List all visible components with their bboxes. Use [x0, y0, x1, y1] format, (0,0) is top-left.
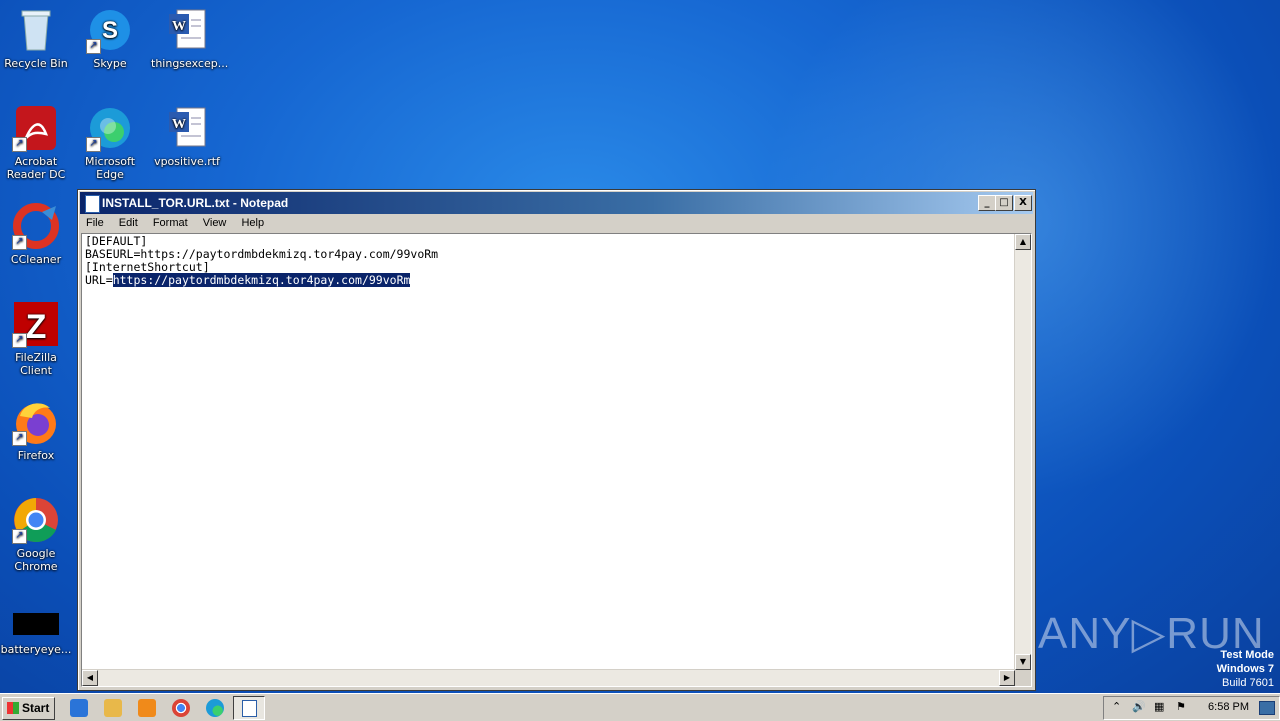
- chrome-taskbar-icon[interactable]: [172, 699, 190, 717]
- url-prefix: URL=: [85, 273, 113, 287]
- desktop-icon-label: Recycle Bin: [4, 57, 68, 70]
- build-label: Build 7601: [1222, 677, 1274, 689]
- desktop-icon-edge[interactable]: ↗ Microsoft Edge: [74, 104, 146, 181]
- text-editor[interactable]: [DEFAULT] BASEURL=https://paytordmbdekmiz…: [81, 233, 1032, 687]
- window-title: INSTALL_TOR.URL.txt - Notepad: [102, 196, 289, 210]
- desktop-icon-label: Firefox: [17, 449, 55, 462]
- test-mode-watermark: Test Mode Windows 7 Build 7601: [1217, 648, 1274, 690]
- os-label: Windows 7: [1216, 663, 1274, 675]
- maximize-button[interactable]: □: [995, 195, 1013, 211]
- menu-help[interactable]: Help: [235, 217, 270, 229]
- filezilla-icon: Z ↗: [12, 300, 60, 348]
- media-player-icon[interactable]: [138, 699, 156, 717]
- menu-bar: File Edit Format View Help: [80, 214, 1033, 233]
- word-document-icon: W: [163, 6, 211, 54]
- shortcut-arrow-icon: ↗: [86, 137, 101, 152]
- scroll-down-arrow-icon[interactable]: ▼: [1015, 654, 1031, 670]
- notepad-window[interactable]: INSTALL_TOR.URL.txt - Notepad _ □ X File…: [77, 189, 1036, 691]
- desktop-icon-recycle-bin[interactable]: Recycle Bin: [0, 6, 72, 70]
- notepad-icon: [85, 195, 100, 213]
- start-button[interactable]: Start: [2, 697, 55, 720]
- action-center-flag-icon[interactable]: ⚑: [1176, 700, 1186, 713]
- network-icon[interactable]: ▦: [1154, 700, 1164, 713]
- notepad-taskbar-icon: [242, 700, 257, 717]
- desktop-icon-label: vpositive.rtf: [154, 155, 220, 168]
- svg-text:S: S: [102, 17, 118, 44]
- firefox-icon: ↗: [12, 398, 60, 446]
- editor-text[interactable]: [DEFAULT] BASEURL=https://paytordmbdekmiz…: [85, 235, 438, 287]
- word-document-icon: W: [163, 104, 211, 152]
- selected-url-text[interactable]: https://paytordmbdekmizq.tor4pay.com/99v…: [112, 273, 411, 287]
- edge-icon: ↗: [86, 104, 134, 152]
- shortcut-arrow-icon: ↗: [12, 333, 27, 348]
- skype-icon: S ↗: [86, 6, 134, 54]
- desktop-icon-label: Microsoft Edge: [84, 155, 136, 181]
- desktop-icon-label: Google Chrome: [14, 547, 58, 573]
- text-line: URL=https://paytordmbdekmizq.tor4pay.com…: [85, 273, 438, 287]
- shortcut-arrow-icon: ↗: [12, 529, 27, 544]
- desktop-icon-word-doc-1[interactable]: W thingsexcep...: [151, 6, 229, 70]
- menu-edit[interactable]: Edit: [113, 217, 144, 229]
- volume-icon[interactable]: 🔊: [1132, 700, 1146, 713]
- close-button[interactable]: X: [1014, 195, 1032, 211]
- desktop-icon-acrobat[interactable]: ↗ Acrobat Reader DC: [0, 104, 72, 181]
- resize-grip-icon[interactable]: [1015, 670, 1031, 686]
- shortcut-arrow-icon: ↗: [12, 431, 27, 446]
- test-mode-label: Test Mode: [1220, 649, 1274, 661]
- system-tray: ⌃ 🔊 ▦ ⚑ 6:58 PM: [1103, 696, 1280, 720]
- desktop-icon-ccleaner[interactable]: ↗ CCleaner: [0, 202, 72, 266]
- batteryeye-icon: [12, 610, 60, 640]
- desktop-icon-label: FileZilla Client: [15, 351, 57, 377]
- show-hidden-icons-icon[interactable]: ⌃: [1112, 700, 1121, 713]
- taskbar: Start ⌃ 🔊 ▦ ⚑ 6:58 PM: [0, 693, 1280, 721]
- menu-view[interactable]: View: [197, 217, 233, 229]
- desktop-icon-label: thingsexcep...: [151, 57, 229, 70]
- desktop-icon-firefox[interactable]: ↗ Firefox: [0, 398, 72, 462]
- clock[interactable]: 6:58 PM: [1208, 701, 1249, 713]
- shortcut-arrow-icon: ↗: [12, 137, 27, 152]
- edge-taskbar-icon[interactable]: [206, 699, 224, 717]
- ccleaner-icon: ↗: [12, 202, 60, 250]
- desktop-icon-chrome[interactable]: ↗ Google Chrome: [0, 496, 72, 573]
- file-explorer-icon[interactable]: [104, 699, 122, 717]
- desktop-icon-word-doc-2[interactable]: W vpositive.rtf: [151, 104, 223, 168]
- show-desktop-icon[interactable]: [1259, 701, 1275, 715]
- notepad-taskbar-button[interactable]: [233, 696, 265, 720]
- shortcut-arrow-icon: ↗: [12, 235, 27, 250]
- svg-text:Z: Z: [26, 308, 47, 346]
- svg-text:W: W: [172, 19, 186, 34]
- shortcut-arrow-icon: ↗: [86, 39, 101, 54]
- desktop-icon-filezilla[interactable]: Z ↗ FileZilla Client: [0, 300, 72, 377]
- vertical-scrollbar[interactable]: ▲ ▼: [1014, 234, 1031, 670]
- start-label: Start: [22, 701, 50, 715]
- menu-file[interactable]: File: [80, 217, 110, 229]
- scroll-left-arrow-icon[interactable]: ◀: [82, 670, 98, 686]
- desktop-icon-batteryeye[interactable]: batteryeye...: [0, 610, 72, 656]
- desktop-icon-label: CCleaner: [10, 253, 62, 266]
- menu-format[interactable]: Format: [147, 217, 194, 229]
- acrobat-icon: ↗: [12, 104, 60, 152]
- minimize-button[interactable]: _: [978, 195, 996, 211]
- horizontal-scrollbar[interactable]: ◀ ▶: [82, 669, 1015, 686]
- windows-flag-icon: [7, 702, 19, 714]
- title-bar[interactable]: INSTALL_TOR.URL.txt - Notepad _ □ X: [80, 192, 1033, 214]
- desktop-icon-label: Skype: [93, 57, 127, 70]
- scroll-right-arrow-icon[interactable]: ▶: [999, 670, 1015, 686]
- chrome-icon: ↗: [12, 496, 60, 544]
- scroll-up-arrow-icon[interactable]: ▲: [1015, 234, 1031, 250]
- internet-explorer-icon[interactable]: [70, 699, 88, 717]
- desktop-icon-label: Acrobat Reader DC: [6, 155, 66, 181]
- svg-text:W: W: [172, 117, 186, 132]
- recycle-bin-icon: [12, 6, 60, 54]
- desktop-icon-skype[interactable]: S ↗ Skype: [74, 6, 146, 70]
- desktop-icon-label: batteryeye...: [0, 643, 72, 656]
